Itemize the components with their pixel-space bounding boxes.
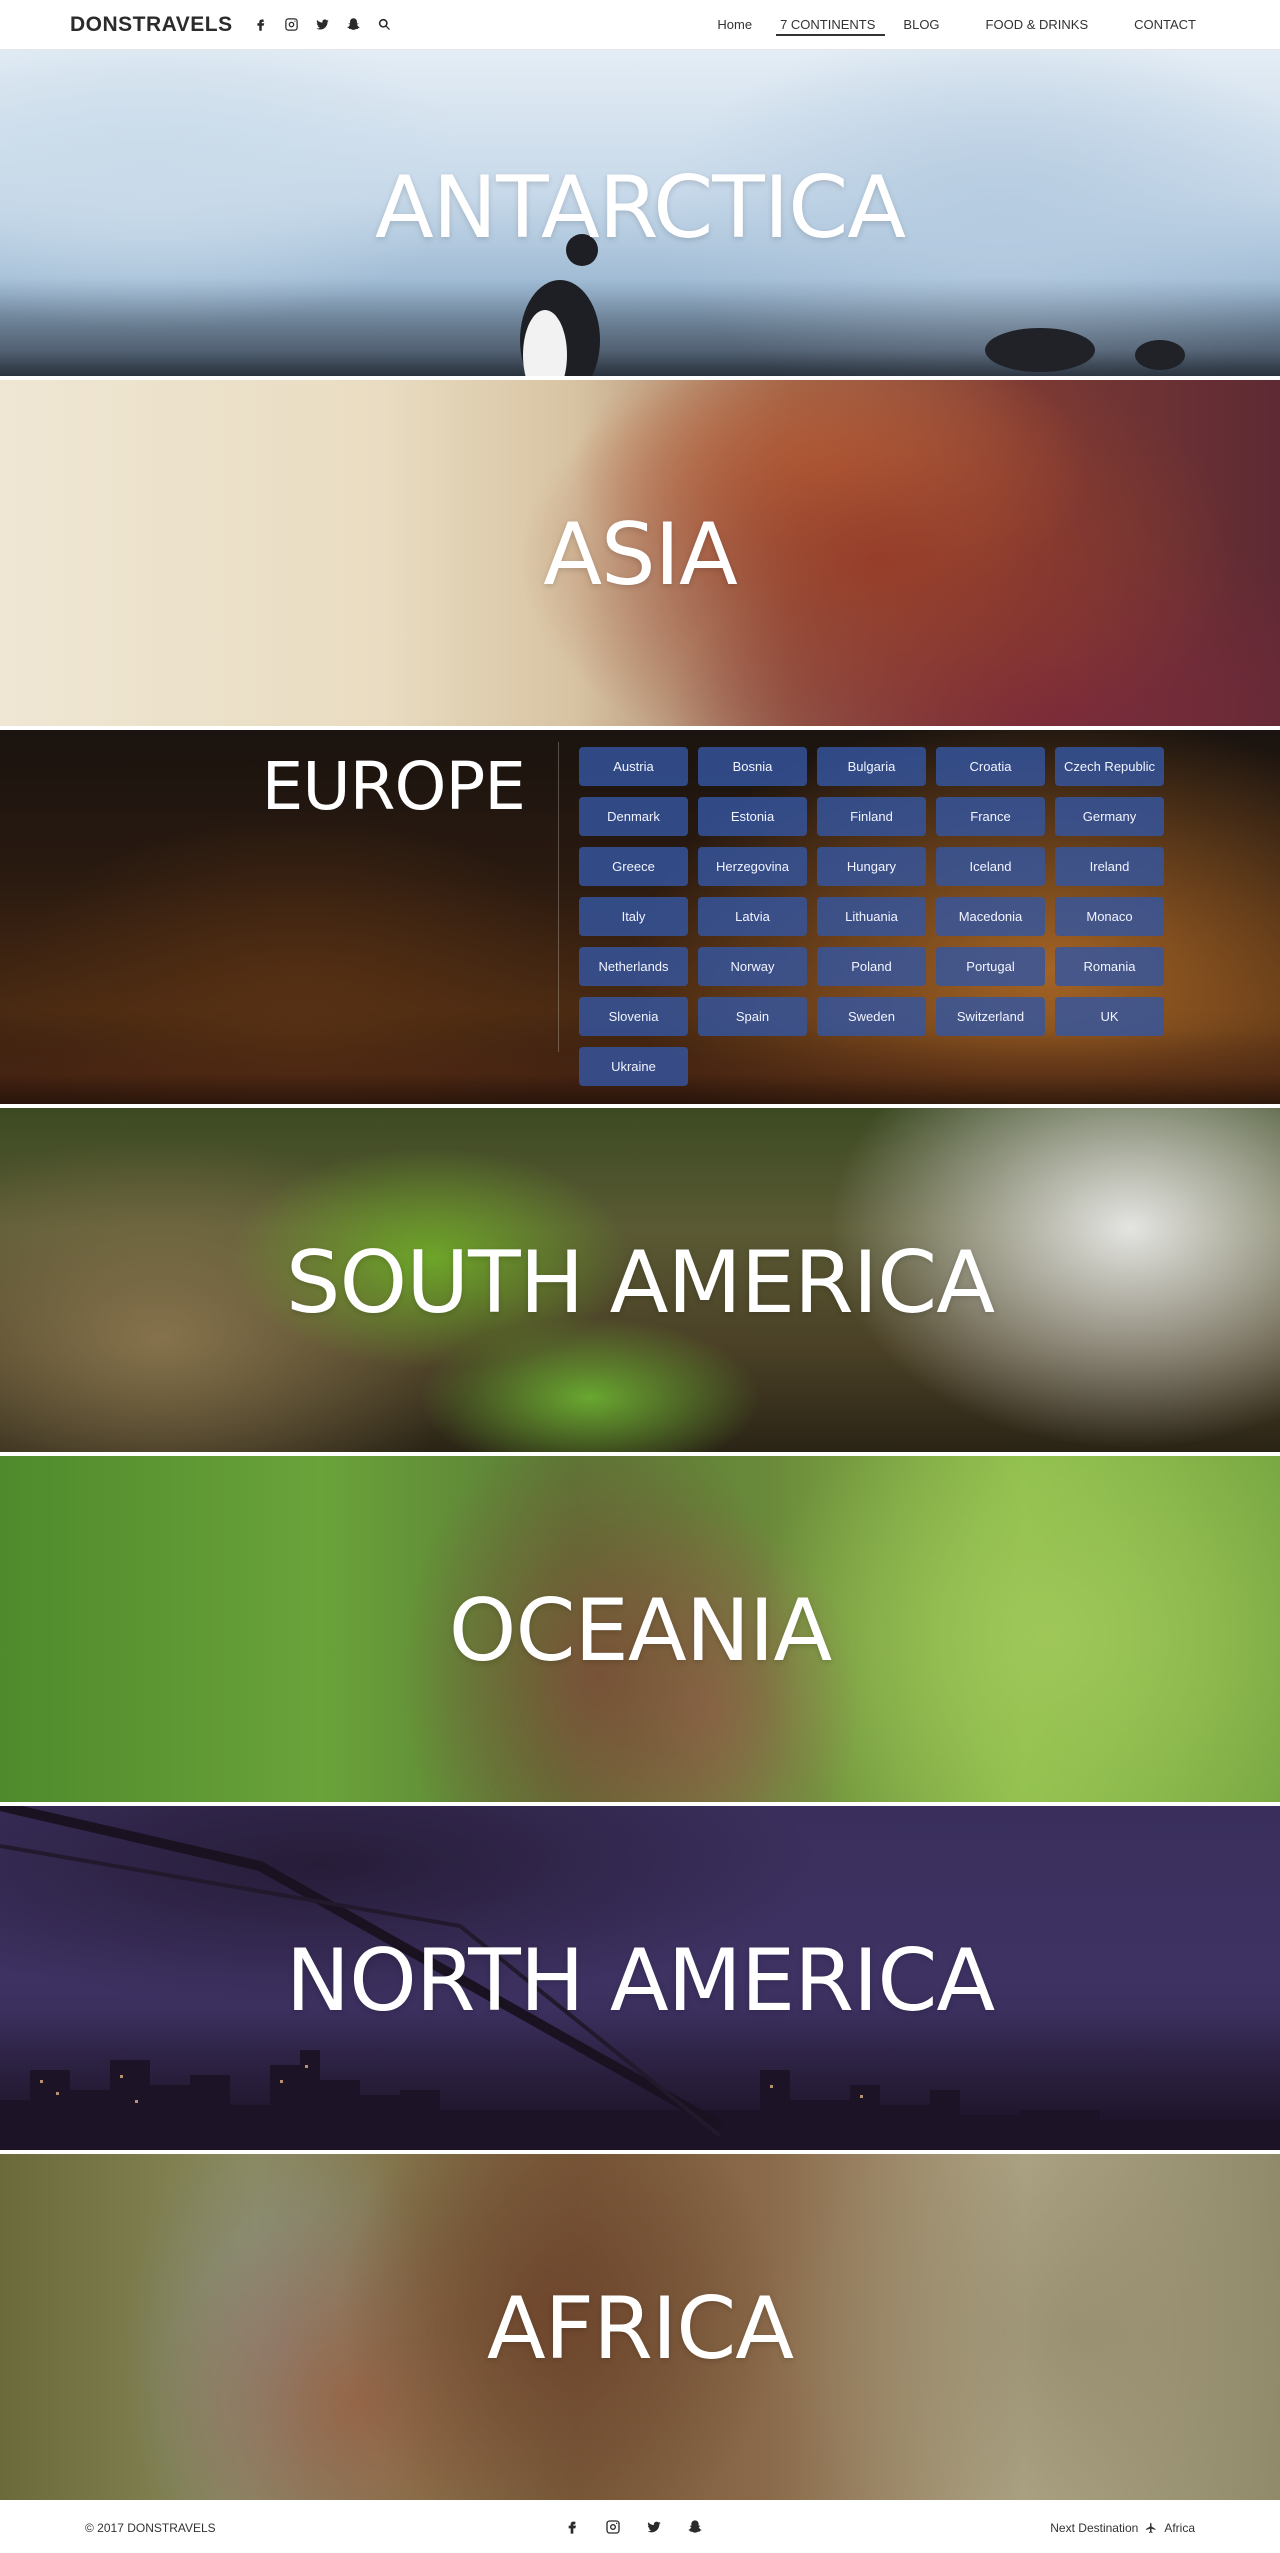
facebook-icon[interactable] [252, 16, 269, 33]
continent-title: OCEANIA [448, 1581, 832, 1681]
continent-title: ANTARCTICA [374, 158, 906, 258]
continent-title: AFRICA [486, 2279, 794, 2379]
country-button-bosnia[interactable]: Bosnia [698, 747, 807, 786]
nav-blog[interactable]: BLOG [889, 0, 953, 50]
site-header: DONSTRAVELS Home 7 CONTINENTS BLOG FOOD … [0, 0, 1280, 50]
country-button-estonia[interactable]: Estonia [698, 797, 807, 836]
continent-asia[interactable]: ASIA [0, 380, 1280, 726]
country-button-latvia[interactable]: Latvia [698, 897, 807, 936]
snapchat-icon[interactable] [345, 16, 362, 33]
country-button-ukraine[interactable]: Ukraine [579, 1047, 688, 1086]
continent-title: NORTH AMERICA [285, 1931, 995, 2031]
country-button-denmark[interactable]: Denmark [579, 797, 688, 836]
country-button-uk[interactable]: UK [1055, 997, 1164, 1036]
continent-title: SOUTH AMERICA [285, 1233, 995, 1333]
continent-title: ASIA [543, 505, 738, 605]
country-button-herzegovina[interactable]: Herzegovina [698, 847, 807, 886]
country-button-netherlands[interactable]: Netherlands [579, 947, 688, 986]
country-button-iceland[interactable]: Iceland [936, 847, 1045, 886]
country-button-lithuania[interactable]: Lithuania [817, 897, 926, 936]
header-social-links [252, 16, 393, 33]
country-button-slovenia[interactable]: Slovenia [579, 997, 688, 1036]
country-button-romania[interactable]: Romania [1055, 947, 1164, 986]
country-button-germany[interactable]: Germany [1055, 797, 1164, 836]
continent-title: EUROPE [261, 748, 526, 825]
country-button-monaco[interactable]: Monaco [1055, 897, 1164, 936]
country-button-croatia[interactable]: Croatia [936, 747, 1045, 786]
continent-antarctica[interactable]: ANTARCTICA [0, 50, 1280, 376]
country-button-italy[interactable]: Italy [579, 897, 688, 936]
country-button-poland[interactable]: Poland [817, 947, 926, 986]
footer-social-links [563, 2518, 703, 2535]
twitter-icon[interactable] [645, 2518, 662, 2535]
site-footer: © 2017 DONSTRAVELS Next Destination Afri… [0, 2503, 1280, 2553]
nav-7-continents[interactable]: 7 CONTINENTS [766, 0, 889, 50]
nav-food-drinks[interactable]: FOOD & DRINKS [972, 0, 1103, 50]
country-button-bulgaria[interactable]: Bulgaria [817, 747, 926, 786]
country-button-finland[interactable]: Finland [817, 797, 926, 836]
instagram-icon[interactable] [604, 2518, 621, 2535]
country-button-switzerland[interactable]: Switzerland [936, 997, 1045, 1036]
nav-home[interactable]: Home [703, 0, 766, 50]
country-button-norway[interactable]: Norway [698, 947, 807, 986]
facebook-icon[interactable] [563, 2518, 580, 2535]
country-button-sweden[interactable]: Sweden [817, 997, 926, 1036]
search-icon[interactable] [376, 16, 393, 33]
next-destination-link[interactable]: Next Destination Africa [1050, 2521, 1195, 2535]
snapchat-icon[interactable] [686, 2518, 703, 2535]
country-button-ireland[interactable]: Ireland [1055, 847, 1164, 886]
continent-oceania[interactable]: OCEANIA [0, 1456, 1280, 1802]
twitter-icon[interactable] [314, 16, 331, 33]
next-destination-label: Next Destination [1050, 2521, 1139, 2535]
country-button-hungary[interactable]: Hungary [817, 847, 926, 886]
copyright-text: © 2017 DONSTRAVELS [85, 2521, 216, 2535]
country-button-france[interactable]: France [936, 797, 1045, 836]
continent-south-america[interactable]: SOUTH AMERICA [0, 1108, 1280, 1452]
country-button-greece[interactable]: Greece [579, 847, 688, 886]
country-button-portugal[interactable]: Portugal [936, 947, 1045, 986]
plane-icon [1144, 2521, 1158, 2535]
continent-north-america[interactable]: NORTH AMERICA [0, 1806, 1280, 2150]
divider [558, 742, 559, 1052]
instagram-icon[interactable] [283, 16, 300, 33]
country-button-macedonia[interactable]: Macedonia [936, 897, 1045, 936]
brand-logo[interactable]: DONSTRAVELS [70, 13, 233, 37]
country-list: Austria Bosnia Bulgaria Croatia Czech Republ… [579, 747, 1169, 1086]
main-nav: Home 7 CONTINENTS BLOG FOOD & DRINKS CON… [703, 0, 1210, 50]
continent-africa[interactable]: AFRICA [0, 2154, 1280, 2500]
nav-contact[interactable]: CONTACT [1120, 0, 1210, 50]
country-button-czech-republic[interactable]: Czech Republic [1055, 747, 1164, 786]
continent-europe: EUROPE Austria Bosnia Bulgaria Croatia Czech… [0, 730, 1280, 1104]
next-destination-value: Africa [1164, 2521, 1195, 2535]
country-button-austria[interactable]: Austria [579, 747, 688, 786]
country-button-spain[interactable]: Spain [698, 997, 807, 1036]
